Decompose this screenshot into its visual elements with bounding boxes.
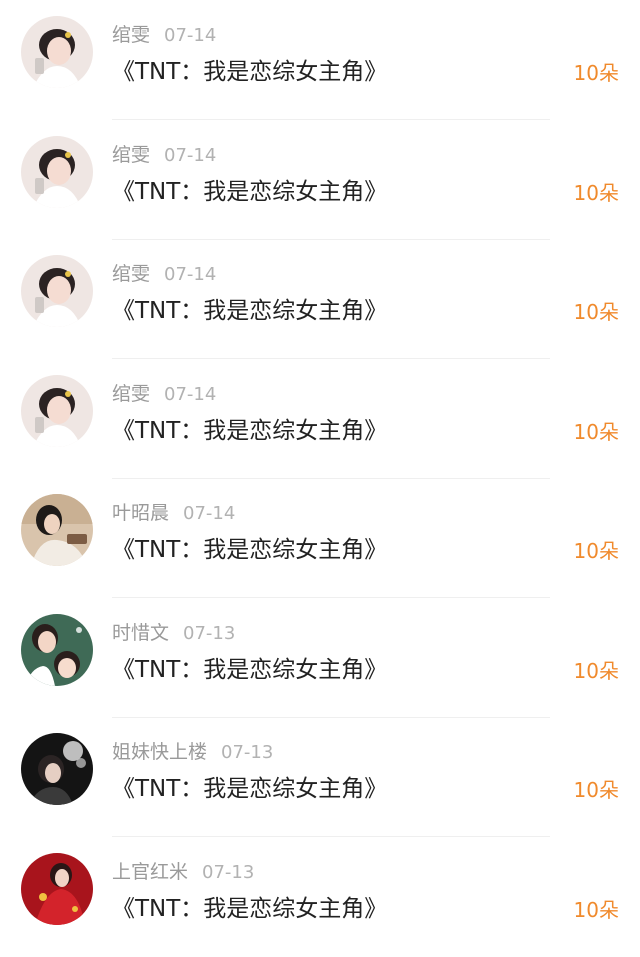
user-name[interactable]: 绾雯	[112, 383, 150, 405]
list-item[interactable]: 时惜文 07-13 《TNT：我是恋综女主角》 10朵	[0, 598, 640, 718]
item-meta: 上官红米 07-13	[112, 859, 254, 885]
list-item[interactable]: 叶昭晨 07-14 《TNT：我是恋综女主角》 10朵	[0, 478, 640, 598]
two-people-avatar-icon[interactable]	[21, 614, 93, 686]
list-item[interactable]: 绾雯 07-14 《TNT：我是恋综女主角》 10朵	[0, 239, 640, 359]
flower-count: 10朵	[573, 61, 619, 85]
flower-count: 10朵	[573, 898, 619, 922]
item-title[interactable]: 《TNT：我是恋综女主角》	[112, 772, 387, 806]
item-meta: 时惜文 07-13	[112, 620, 235, 646]
girl-portrait-avatar-icon[interactable]	[21, 375, 93, 447]
item-title[interactable]: 《TNT：我是恋综女主角》	[112, 892, 387, 926]
flower-count: 10朵	[573, 539, 619, 563]
item-meta: 绾雯 07-14	[112, 22, 216, 48]
user-name[interactable]: 时惜文	[112, 622, 169, 644]
woman-portrait-avatar-icon[interactable]	[21, 494, 93, 566]
item-title[interactable]: 《TNT：我是恋综女主角》	[112, 175, 387, 209]
flower-count: 10朵	[573, 778, 619, 802]
list-item[interactable]: 上官红米 07-13 《TNT：我是恋综女主角》 10朵	[0, 837, 640, 957]
item-title[interactable]: 《TNT：我是恋综女主角》	[112, 55, 387, 89]
item-meta: 叶昭晨 07-14	[112, 500, 235, 526]
item-title[interactable]: 《TNT：我是恋综女主角》	[112, 414, 387, 448]
girl-portrait-avatar-icon[interactable]	[21, 136, 93, 208]
girl-portrait-avatar-icon[interactable]	[21, 16, 93, 88]
flower-count: 10朵	[573, 300, 619, 324]
red-dress-avatar-icon[interactable]	[21, 853, 93, 925]
list-item[interactable]: 绾雯 07-14 《TNT：我是恋综女主角》 10朵	[0, 0, 640, 120]
item-meta: 姐妹快上楼 07-13	[112, 739, 273, 765]
user-name[interactable]: 绾雯	[112, 144, 150, 166]
list-item[interactable]: 绾雯 07-14 《TNT：我是恋综女主角》 10朵	[0, 120, 640, 240]
post-date: 07-14	[164, 145, 217, 166]
post-date: 07-14	[164, 264, 217, 285]
item-title[interactable]: 《TNT：我是恋综女主角》	[112, 533, 387, 567]
gift-record-list: 绾雯 07-14 《TNT：我是恋综女主角》 10朵 绾雯 07-14 《TNT：我…	[0, 0, 640, 950]
item-meta: 绾雯 07-14	[112, 381, 216, 407]
post-date: 07-13	[202, 862, 255, 883]
flower-count: 10朵	[573, 420, 619, 444]
post-date: 07-13	[221, 742, 274, 763]
post-date: 07-14	[183, 503, 236, 524]
post-date: 07-14	[164, 384, 217, 405]
list-item[interactable]: 姐妹快上楼 07-13 《TNT：我是恋综女主角》 10朵	[0, 717, 640, 837]
user-name[interactable]: 上官红米	[112, 861, 188, 883]
item-title[interactable]: 《TNT：我是恋综女主角》	[112, 653, 387, 687]
item-title[interactable]: 《TNT：我是恋综女主角》	[112, 294, 387, 328]
item-meta: 绾雯 07-14	[112, 142, 216, 168]
flower-count: 10朵	[573, 181, 619, 205]
user-name[interactable]: 绾雯	[112, 263, 150, 285]
dark-portrait-avatar-icon[interactable]	[21, 733, 93, 805]
user-name[interactable]: 绾雯	[112, 24, 150, 46]
user-name[interactable]: 叶昭晨	[112, 502, 169, 524]
flower-count: 10朵	[573, 659, 619, 683]
girl-portrait-avatar-icon[interactable]	[21, 255, 93, 327]
post-date: 07-13	[183, 623, 236, 644]
item-meta: 绾雯 07-14	[112, 261, 216, 287]
user-name[interactable]: 姐妹快上楼	[112, 741, 207, 763]
post-date: 07-14	[164, 25, 217, 46]
list-item[interactable]: 绾雯 07-14 《TNT：我是恋综女主角》 10朵	[0, 359, 640, 479]
